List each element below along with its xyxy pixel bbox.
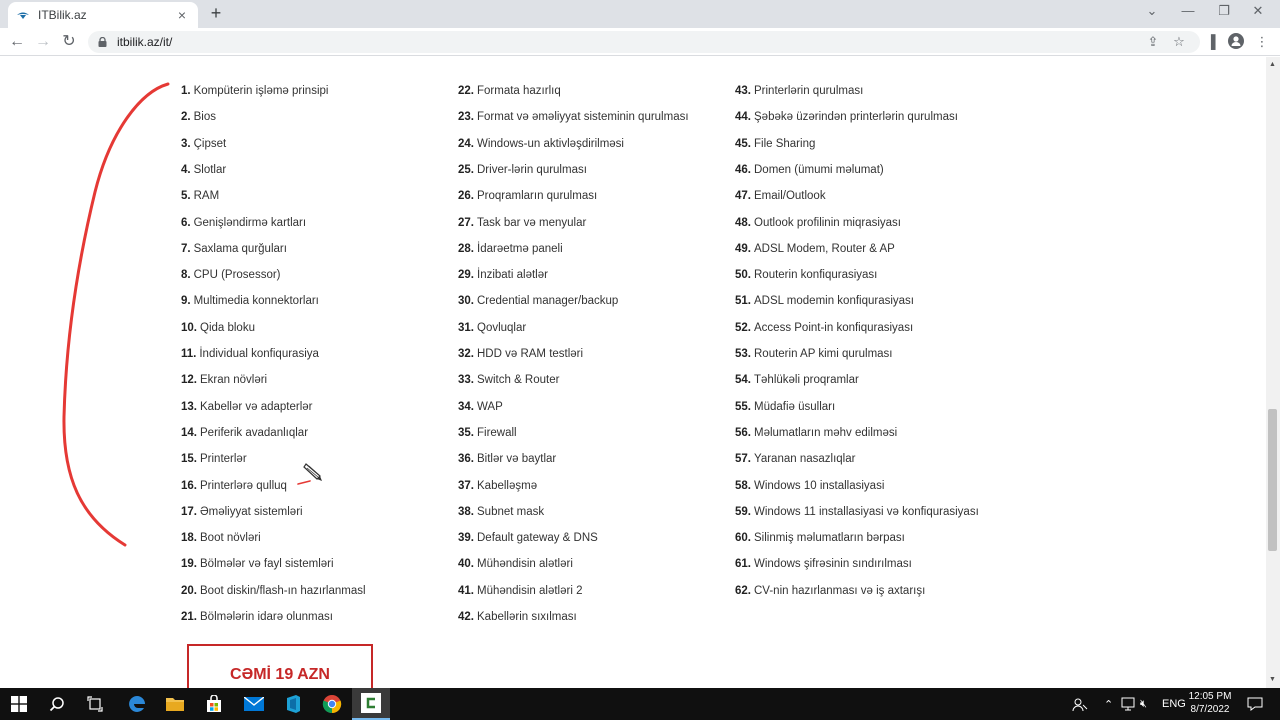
tab-search-icon[interactable]: ⌄ [1138, 3, 1166, 19]
browser-toolbar: ← → ↻ itbilik.az/it/ ⇪ ☆ ▐ ⋮ [0, 28, 1280, 56]
menu-kebab-icon[interactable]: ⋮ [1252, 33, 1272, 51]
file-explorer-icon[interactable] [156, 688, 194, 720]
tab-close-icon[interactable]: × [174, 7, 190, 23]
search-icon[interactable] [38, 688, 76, 720]
volume-muted-icon[interactable]: 🔇︎ [1140, 688, 1147, 720]
network-icon[interactable] [1121, 688, 1137, 720]
side-panel-icon[interactable]: ▐ [1201, 33, 1221, 51]
camtasia-app-icon[interactable] [352, 688, 390, 720]
new-tab-button[interactable]: + [206, 3, 226, 24]
office-icon[interactable] [274, 688, 312, 720]
share-icon[interactable]: ⇪ [1143, 33, 1163, 51]
page-scrollbar[interactable]: ▲ ▼ [1266, 57, 1280, 688]
minimize-icon[interactable]: — [1174, 3, 1202, 18]
task-view-icon[interactable] [76, 688, 114, 720]
mail-icon[interactable] [235, 688, 273, 720]
notifications-icon[interactable] [1247, 688, 1263, 720]
edge-browser-icon[interactable] [118, 688, 156, 720]
windows-taskbar: ⌃ 🔇︎ ENG 12:05 PM 8/7/2022 [0, 688, 1280, 720]
pen-cursor-icon [303, 463, 322, 481]
profile-avatar-icon[interactable] [1226, 33, 1246, 51]
start-windows-icon[interactable] [0, 688, 38, 720]
page-content: 1. Kompüterin işləmə prinsipi 2. Bios 3. Çips… [0, 57, 1266, 688]
site-favicon-icon [17, 12, 29, 19]
forward-icon[interactable]: → [32, 32, 54, 52]
tab-strip: ITBilik.az × + ⌄ — ❐ ✕ [0, 0, 1280, 28]
tab-title: ITBilik.az [38, 8, 87, 22]
scroll-up-icon[interactable]: ▲ [1269, 61, 1276, 68]
address-bar[interactable]: itbilik.az/it/ [88, 31, 1200, 53]
system-clock[interactable]: 12:05 PM 8/7/2022 [1180, 690, 1240, 716]
clock-date: 8/7/2022 [1190, 704, 1230, 715]
restore-icon[interactable]: ❐ [1210, 3, 1238, 19]
reload-icon[interactable]: ↻ [58, 32, 80, 52]
show-hidden-icons-chevron-icon[interactable]: ⌃ [1104, 688, 1113, 720]
back-icon[interactable]: ← [6, 32, 28, 52]
people-icon[interactable] [1072, 688, 1088, 720]
lock-icon [98, 37, 107, 47]
scroll-down-icon[interactable]: ▼ [1269, 676, 1276, 683]
bookmark-star-icon[interactable]: ☆ [1169, 33, 1189, 51]
bracket-stroke [62, 82, 170, 547]
scroll-thumb[interactable] [1268, 409, 1277, 551]
red-annotation-drawing [62, 82, 311, 547]
store-icon[interactable] [195, 688, 233, 720]
clock-time: 12:05 PM [1188, 691, 1232, 702]
browser-tab[interactable]: ITBilik.az × [8, 2, 198, 28]
chrome-icon[interactable] [313, 688, 351, 720]
window-close-icon[interactable]: ✕ [1244, 3, 1272, 19]
url-text: itbilik.az/it/ [117, 35, 173, 49]
